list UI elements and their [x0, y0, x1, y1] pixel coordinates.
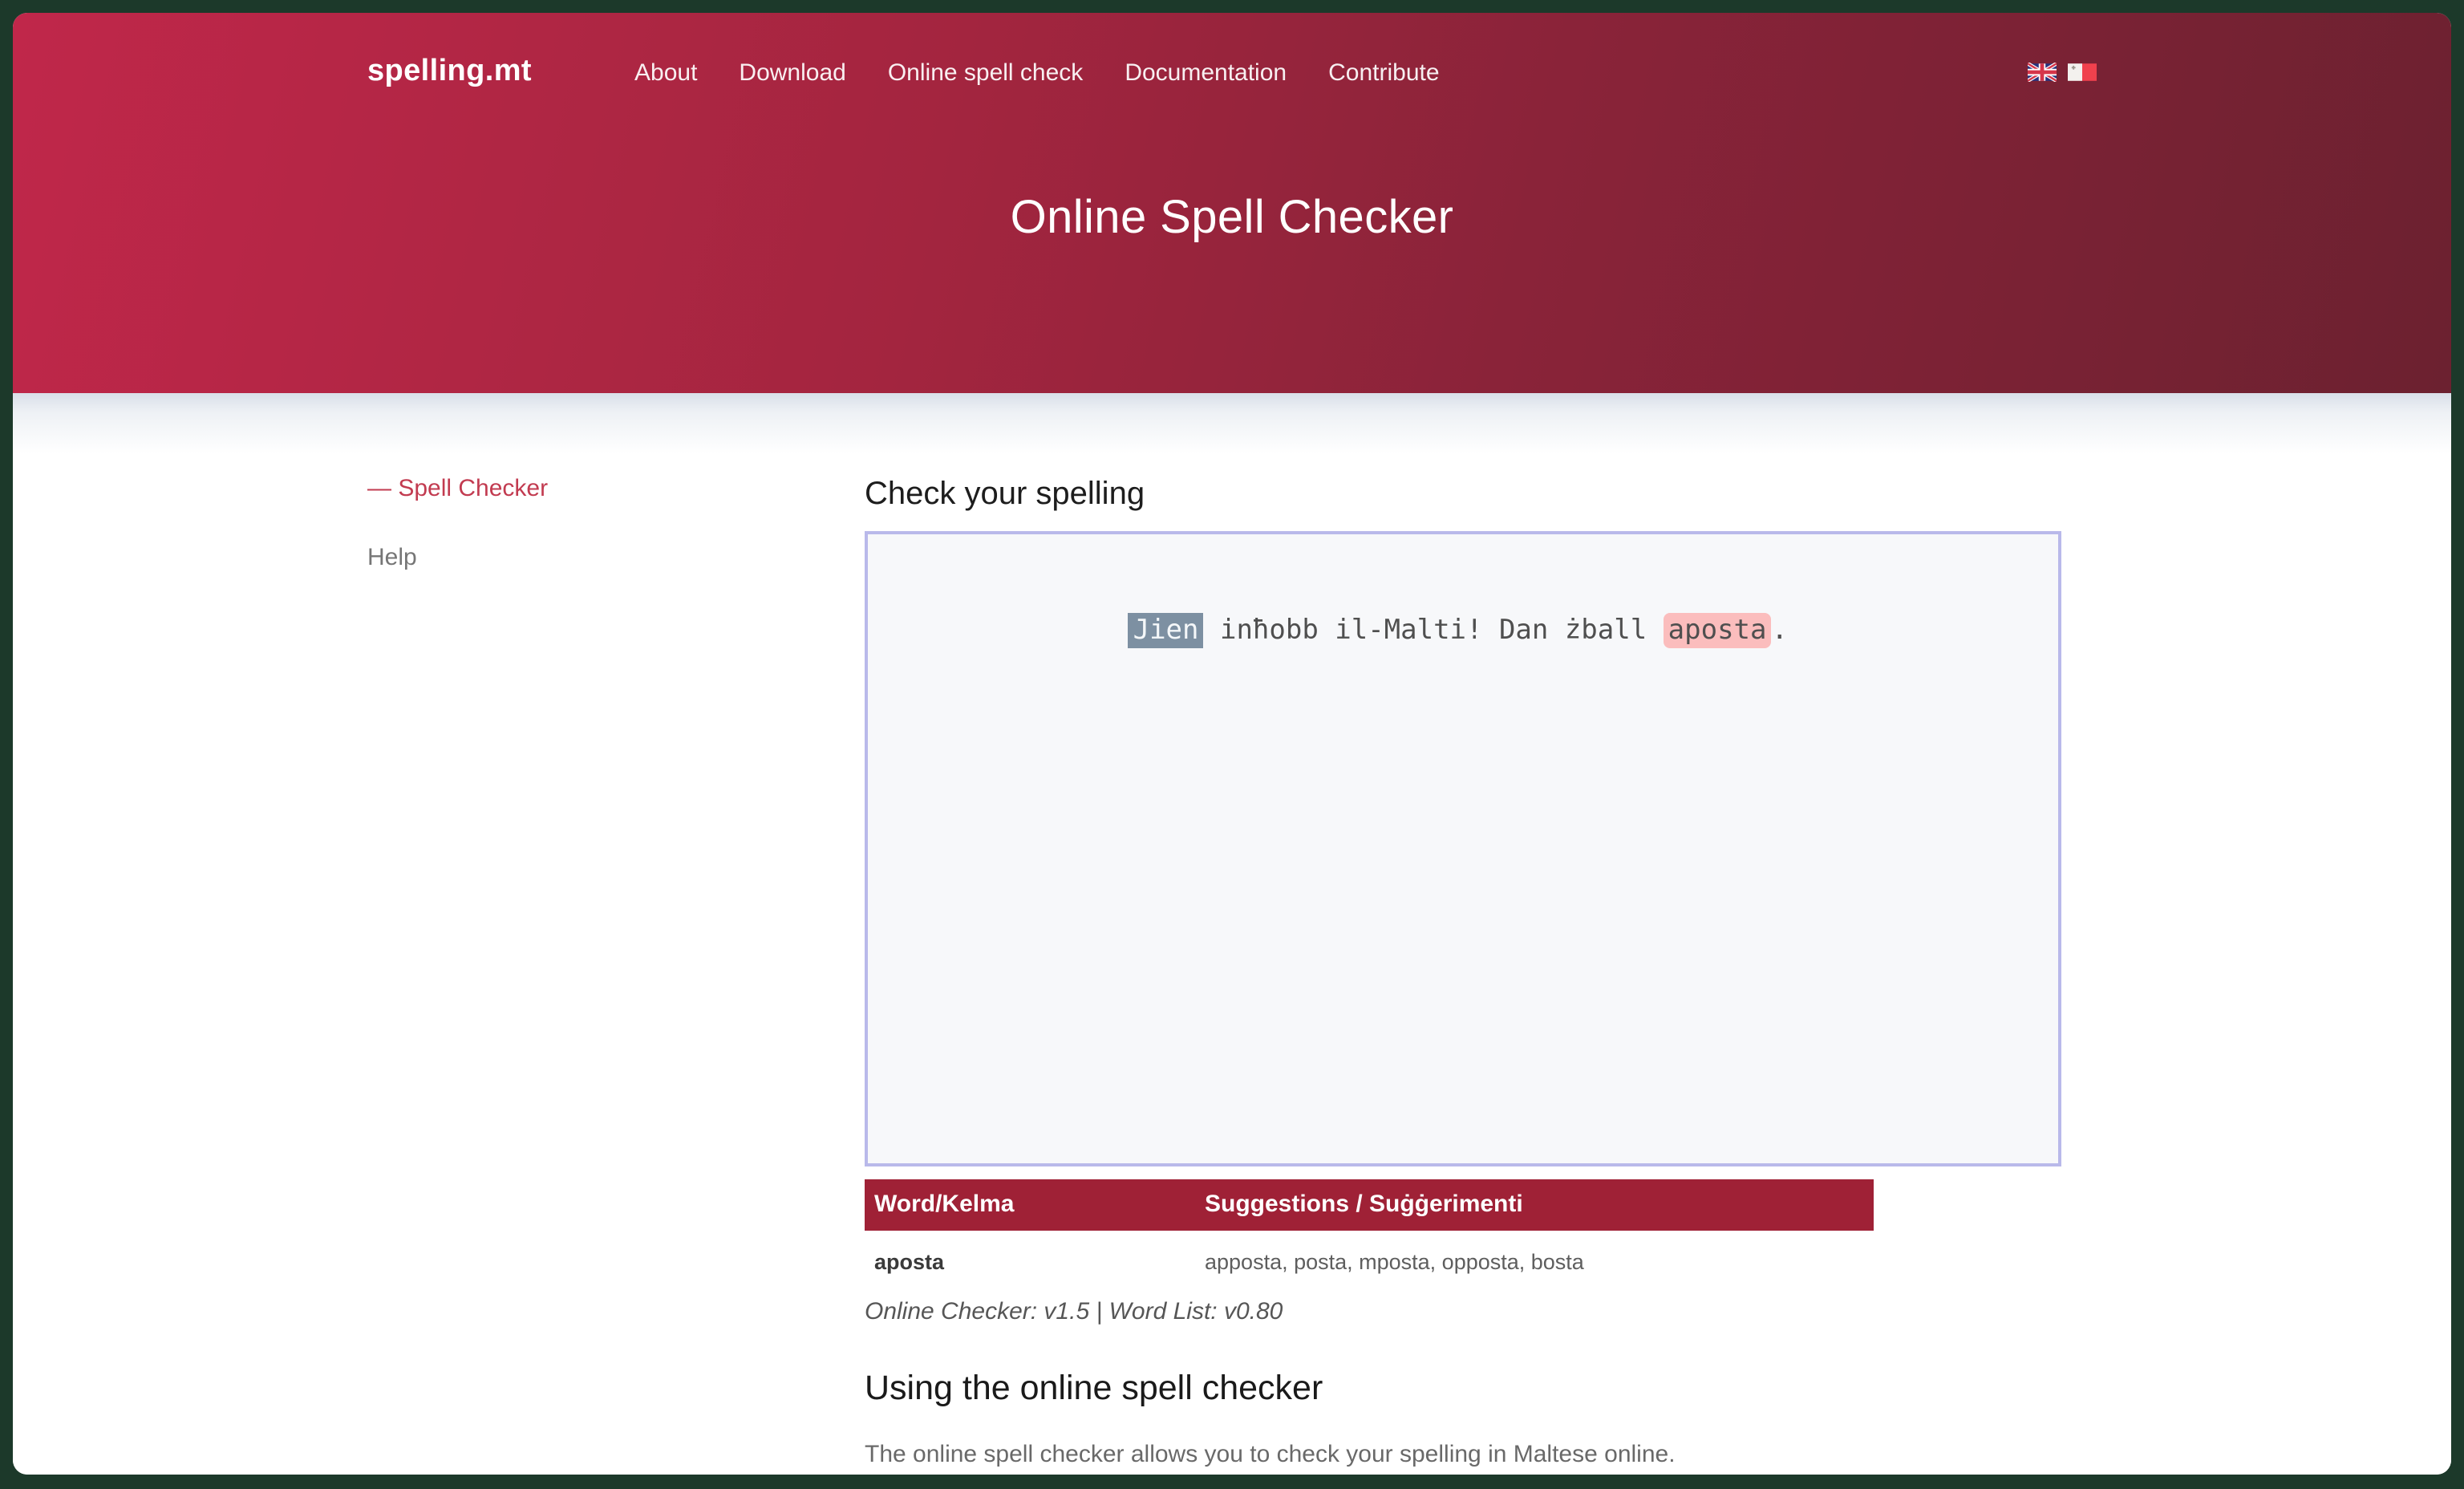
- nav-item-contribute[interactable]: Contribute: [1328, 59, 1439, 86]
- nav-item-online-spell-check[interactable]: Online spell check: [888, 59, 1083, 86]
- main-panel: Check your spelling Jien inħobb il-Malti…: [865, 477, 2097, 1470]
- highlighted-word-caps[interactable]: Jien: [1129, 614, 1204, 649]
- using-paragraph: The online spell checker allows you to c…: [865, 1441, 2097, 1470]
- spell-check-editor[interactable]: Jien inħobb il-Malti! Dan żball aposta.: [865, 531, 2061, 1166]
- malta-flag-icon[interactable]: [2068, 63, 2097, 82]
- site-logo[interactable]: spelling.mt: [367, 55, 532, 90]
- nav-item-download[interactable]: Download: [739, 59, 845, 86]
- uk-flag-icon[interactable]: [2028, 63, 2057, 82]
- editor-plain-text-2: .: [1772, 615, 1789, 647]
- check-spelling-heading: Check your spelling: [865, 477, 2097, 513]
- highlighted-word-misspelled[interactable]: aposta: [1664, 614, 1772, 649]
- suggestions-cell: apposta, posta, mposta, opposta, bosta: [1195, 1231, 1874, 1277]
- editor-plain-text: inħobb il-Malti! Dan żball: [1204, 615, 1664, 647]
- table-row: aposta apposta, posta, mposta, opposta, …: [865, 1231, 1874, 1277]
- language-switcher: [2028, 63, 2097, 82]
- browser-page: spelling.mt About Download Online spell …: [13, 13, 2451, 1475]
- page-content: — Spell Checker Help Check your spelling…: [13, 393, 2451, 1475]
- misspelled-word-cell: aposta: [865, 1231, 1195, 1277]
- table-header-row: Word/Kelma Suggestions / Suġġerimenti: [865, 1179, 1874, 1231]
- page-title: Online Spell Checker: [367, 193, 2097, 245]
- using-heading: Using the online spell checker: [865, 1369, 2097, 1407]
- version-note: Online Checker: v1.5 | Word List: v0.80: [865, 1298, 2097, 1325]
- top-nav-bar: spelling.mt About Download Online spell …: [367, 13, 2097, 90]
- sidebar-item-help[interactable]: Help: [367, 546, 865, 571]
- column-header-word: Word/Kelma: [865, 1179, 1195, 1231]
- nav-item-about[interactable]: About: [634, 59, 697, 86]
- nav-item-documentation[interactable]: Documentation: [1125, 59, 1287, 86]
- main-nav: About Download Online spell check Docume…: [634, 59, 1440, 86]
- sidebar-item-spell-checker[interactable]: — Spell Checker: [367, 477, 865, 502]
- header-banner: spelling.mt About Download Online spell …: [13, 13, 2451, 393]
- suggestions-table: Word/Kelma Suggestions / Suġġerimenti ap…: [865, 1179, 1874, 1277]
- column-header-suggestions: Suggestions / Suġġerimenti: [1195, 1179, 1874, 1231]
- sidebar: — Spell Checker Help: [367, 477, 865, 1470]
- desktop-frame: spelling.mt About Download Online spell …: [0, 0, 2464, 1489]
